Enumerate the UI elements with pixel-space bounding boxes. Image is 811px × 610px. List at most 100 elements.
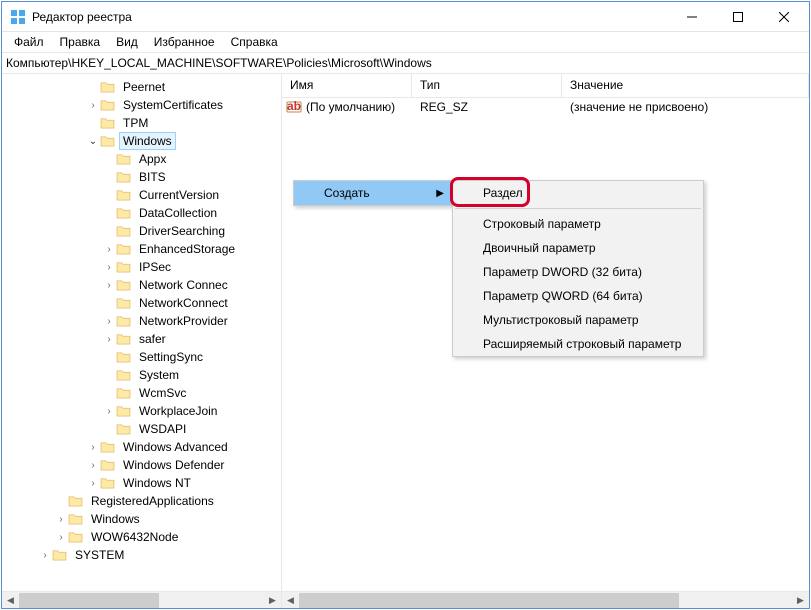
tree-item[interactable]: System (6, 366, 281, 384)
ctx-dword[interactable]: Параметр DWORD (32 бита) (453, 260, 703, 284)
tree-item[interactable]: ›WorkplaceJoin (6, 402, 281, 420)
tree-item[interactable]: TPM (6, 114, 281, 132)
scroll-left-button[interactable]: ◀ (2, 592, 19, 608)
scroll-right-button[interactable]: ▶ (264, 592, 281, 608)
tree-item[interactable]: NetworkConnect (6, 294, 281, 312)
expand-icon[interactable]: › (102, 316, 116, 327)
expand-icon[interactable]: › (102, 406, 116, 417)
menu-file[interactable]: Файл (6, 33, 52, 51)
tree-item[interactable]: ›WOW6432Node (6, 528, 281, 546)
ctx-create[interactable]: Создать ▶ (294, 181, 452, 205)
tree-item[interactable]: ›Windows Defender (6, 456, 281, 474)
expand-icon[interactable]: › (38, 550, 52, 561)
expand-icon[interactable]: › (102, 244, 116, 255)
ctx-string[interactable]: Строковый параметр (453, 212, 703, 236)
tree-label: IPSec (135, 258, 175, 276)
folder-icon (116, 170, 132, 184)
expand-icon[interactable]: › (86, 442, 100, 453)
ctx-expand[interactable]: Расширяемый строковый параметр (453, 332, 703, 356)
folder-icon (116, 278, 132, 292)
tree-item[interactable]: › Windows NT (6, 474, 281, 492)
tree-label: NetworkProvider (135, 312, 232, 330)
tree-item[interactable]: SettingSync (6, 348, 281, 366)
folder-icon (116, 260, 132, 274)
menu-favorites[interactable]: Избранное (146, 33, 223, 51)
folder-icon (100, 476, 116, 490)
scroll-right-button[interactable]: ▶ (792, 592, 809, 608)
folder-icon (100, 116, 116, 130)
ctx-qword[interactable]: Параметр QWORD (64 бита) (453, 284, 703, 308)
tree-item[interactable]: RegisteredApplications (6, 492, 281, 510)
tree-label: Windows (119, 132, 176, 150)
folder-icon (116, 404, 132, 418)
tree-item[interactable]: ›safer (6, 330, 281, 348)
folder-icon (116, 332, 132, 346)
ctx-section[interactable]: Раздел (453, 181, 703, 205)
tree-item[interactable]: CurrentVersion (6, 186, 281, 204)
value-name-cell: ab (По умолчанию) (282, 99, 412, 115)
tree-item[interactable]: › Windows Advanced (6, 438, 281, 456)
ctx-multi-label: Мультистроковый параметр (483, 313, 639, 327)
tree-label: SettingSync (135, 348, 207, 366)
folder-icon (116, 350, 132, 364)
tree-hscrollbar[interactable]: ◀ ▶ (2, 591, 281, 608)
tree-item[interactable]: ›SYSTEM (6, 546, 281, 564)
tree-view[interactable]: Peernet›SystemCertificatesTPM ⌄ WindowsApp… (2, 74, 282, 608)
expand-icon[interactable]: › (86, 460, 100, 471)
tree-item[interactable]: › IPSec (6, 258, 281, 276)
tree-label: RegisteredApplications (87, 492, 218, 510)
ctx-multi[interactable]: Мультистроковый параметр (453, 308, 703, 332)
minimize-button[interactable] (669, 3, 715, 31)
folder-icon (116, 386, 132, 400)
tree-label: Windows Advanced (119, 438, 232, 456)
tree-item[interactable]: DriverSearching (6, 222, 281, 240)
menu-edit[interactable]: Правка (52, 33, 109, 51)
list-hscrollbar[interactable]: ◀ ▶ (282, 591, 809, 608)
expand-icon[interactable]: › (54, 532, 68, 543)
expand-icon[interactable]: › (102, 280, 116, 291)
app-icon (10, 9, 26, 25)
value-name: (По умолчанию) (306, 100, 395, 114)
tree-item[interactable]: ›Windows (6, 510, 281, 528)
expand-icon[interactable]: › (102, 334, 116, 345)
scroll-left-button[interactable]: ◀ (282, 592, 299, 608)
tree-item[interactable]: BITS (6, 168, 281, 186)
folder-icon (68, 494, 84, 508)
tree-item[interactable]: ⌄ Windows (6, 132, 281, 150)
value-data: (значение не присвоено) (562, 100, 809, 114)
tree-item[interactable]: › EnhancedStorage (6, 240, 281, 258)
tree-label: EnhancedStorage (135, 240, 239, 258)
menu-view[interactable]: Вид (108, 33, 146, 51)
address-bar[interactable]: Компьютер\HKEY_LOCAL_MACHINE\SOFTWARE\Po… (2, 52, 809, 74)
tree-item[interactable]: ›Network Connec (6, 276, 281, 294)
close-button[interactable] (761, 3, 807, 31)
tree-item[interactable]: Appx (6, 150, 281, 168)
collapse-icon[interactable]: ⌄ (86, 136, 100, 147)
tree-item[interactable]: DataCollection (6, 204, 281, 222)
maximize-button[interactable] (715, 3, 761, 31)
menu-help[interactable]: Справка (223, 33, 286, 51)
tree-label: Windows NT (119, 474, 195, 492)
col-name[interactable]: Имя (282, 74, 412, 97)
col-type[interactable]: Тип (412, 74, 562, 97)
tree-item[interactable]: WcmSvc (6, 384, 281, 402)
expand-icon[interactable]: › (86, 478, 100, 489)
col-value[interactable]: Значение (562, 74, 809, 97)
expand-icon[interactable]: › (102, 262, 116, 273)
folder-icon (116, 188, 132, 202)
context-menu: Создать ▶ (293, 180, 453, 206)
folder-icon (116, 296, 132, 310)
tree-item[interactable]: ›SystemCertificates (6, 96, 281, 114)
folder-icon (100, 440, 116, 454)
ctx-binary[interactable]: Двоичный параметр (453, 236, 703, 260)
expand-icon[interactable]: › (86, 100, 100, 111)
value-row[interactable]: ab (По умолчанию) REG_SZ (значение не пр… (282, 98, 809, 116)
tree-item[interactable]: WSDAPI (6, 420, 281, 438)
expand-icon[interactable]: › (54, 514, 68, 525)
ctx-binary-label: Двоичный параметр (483, 241, 596, 255)
scroll-thumb[interactable] (299, 593, 679, 608)
tree-item[interactable]: Peernet (6, 78, 281, 96)
tree-item[interactable]: › NetworkProvider (6, 312, 281, 330)
context-submenu: Раздел Строковый параметр Двоичный парам… (452, 180, 704, 357)
scroll-thumb[interactable] (19, 593, 159, 608)
